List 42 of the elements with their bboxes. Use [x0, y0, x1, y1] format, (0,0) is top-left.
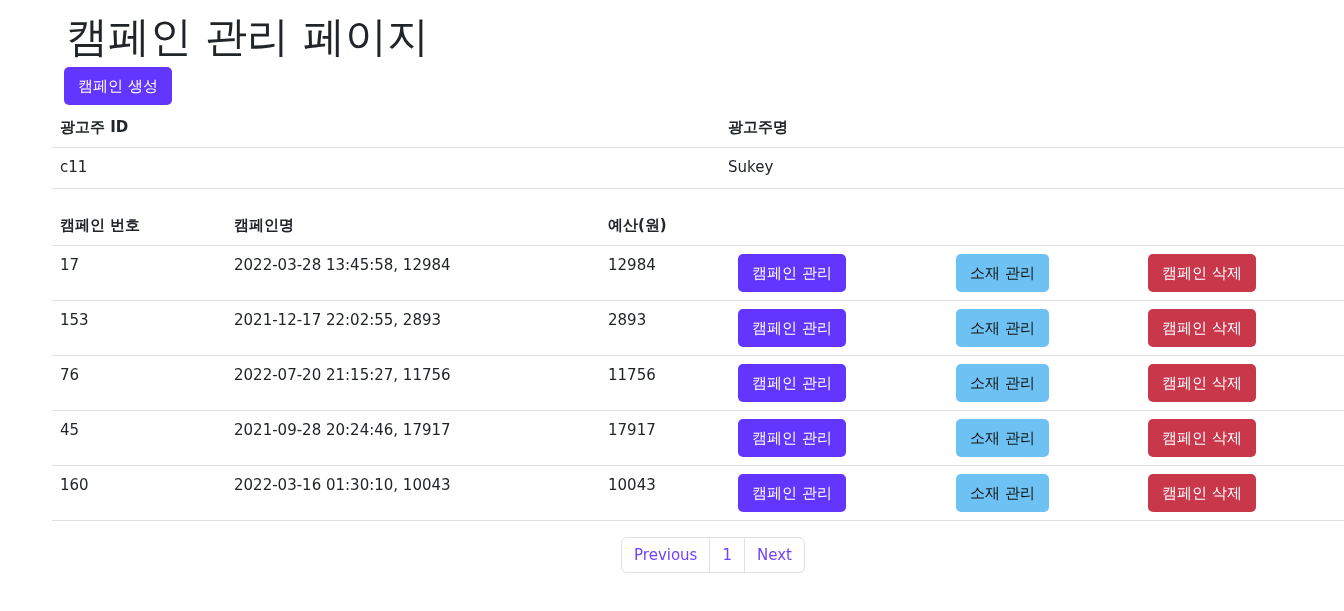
manage-button[interactable]: 캠페인 관리: [738, 254, 846, 292]
table-cell: 2021-09-28 20:24:46, 17917: [234, 421, 451, 439]
table-cell: 2893: [608, 311, 647, 329]
delete-button[interactable]: 캠페인 삭제: [1148, 254, 1256, 292]
manage-button[interactable]: 캠페인 관리: [738, 419, 846, 457]
manage-button[interactable]: 소재 관리: [956, 309, 1049, 347]
table-cell: 76: [60, 366, 80, 384]
delete-button[interactable]: 캠페인 삭제: [1148, 474, 1256, 512]
table-cell: 11756: [608, 366, 656, 384]
table-cell: 45: [60, 421, 80, 439]
table-cell: 2021-12-17 22:02:55, 2893: [234, 311, 442, 329]
delete-button[interactable]: 캠페인 삭제: [1148, 309, 1256, 347]
table-cell: 17917: [608, 421, 656, 439]
column-header: 광고주 ID: [60, 117, 129, 136]
manage-button[interactable]: 소재 관리: [956, 364, 1049, 402]
column-header: 캠페인명: [234, 215, 294, 234]
table-cell: 10043: [608, 476, 656, 494]
column-header: 캠페인 번호: [60, 215, 141, 234]
table-cell: 2022-03-28 13:45:58, 12984: [234, 256, 451, 274]
manage-button[interactable]: 소재 관리: [956, 419, 1049, 457]
page-link[interactable]: Previous: [622, 538, 710, 572]
manage-button[interactable]: 캠페인 관리: [738, 309, 846, 347]
table-cell: c11: [60, 158, 88, 176]
table-cell: Sukey: [728, 158, 774, 176]
page-link[interactable]: 1: [709, 538, 744, 572]
manage-button[interactable]: 캠페인 관리: [738, 364, 846, 402]
page-link[interactable]: Next: [744, 538, 804, 572]
table-cell: 160: [60, 476, 89, 494]
table-cell: 153: [60, 311, 89, 329]
delete-button[interactable]: 캠페인 삭제: [1148, 364, 1256, 402]
create-campaign-button[interactable]: 캠페인 생성: [64, 67, 172, 105]
delete-button[interactable]: 캠페인 삭제: [1148, 419, 1256, 457]
table-cell: 17: [60, 256, 80, 274]
manage-button[interactable]: 소재 관리: [956, 474, 1049, 512]
table-cell: 2022-03-16 01:30:10, 10043: [234, 476, 451, 494]
manage-button[interactable]: 소재 관리: [956, 254, 1049, 292]
column-header: 예산(원): [608, 215, 667, 234]
page-title: 캠페인 관리 페이지: [65, 11, 430, 63]
column-header: 광고주명: [728, 117, 788, 136]
table-cell: 12984: [608, 256, 656, 274]
manage-button[interactable]: 캠페인 관리: [738, 474, 846, 512]
table-cell: 2022-07-20 21:15:27, 11756: [234, 366, 451, 384]
